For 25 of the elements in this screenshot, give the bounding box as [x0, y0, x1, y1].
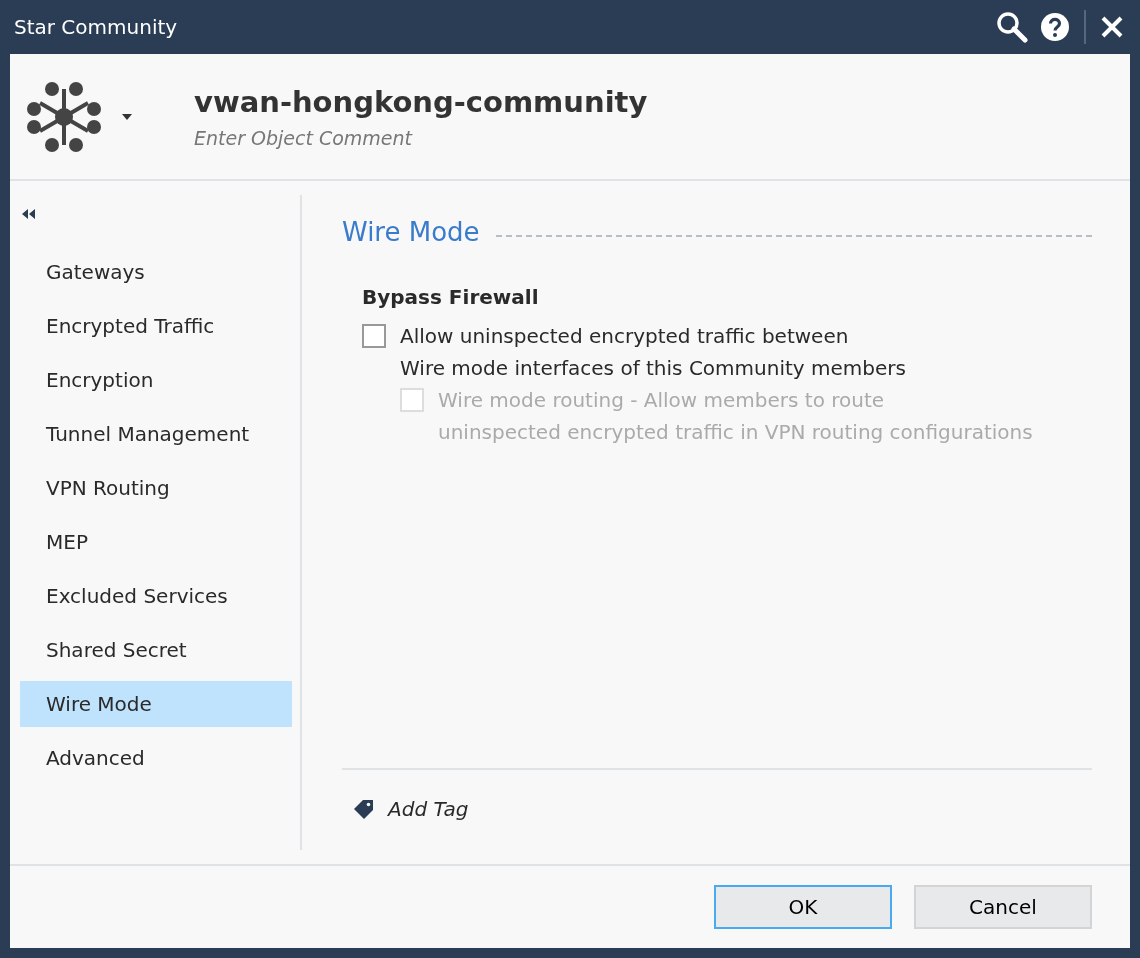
- collapse-icon[interactable]: [22, 209, 36, 219]
- sidebar-item[interactable]: VPN Routing: [20, 465, 292, 511]
- tag-icon: [354, 799, 374, 819]
- section-title: Wire Mode: [342, 216, 480, 249]
- ok-button[interactable]: OK: [714, 885, 892, 929]
- sidebar-item[interactable]: MEP: [20, 519, 292, 565]
- option-label: Wire mode routing - Allow members to route: [438, 387, 886, 414]
- sidebar-item[interactable]: Wire Mode: [20, 681, 292, 727]
- group-heading: Bypass Firewall: [362, 284, 540, 311]
- checkbox[interactable]: [362, 324, 386, 348]
- sidebar-item[interactable]: Advanced: [20, 735, 292, 781]
- window-title: Star Community: [13, 14, 178, 41]
- object-name: vwan-hongkong-community: [194, 83, 649, 121]
- sidebar-item[interactable]: Shared Secret: [20, 627, 292, 673]
- add-tag-link[interactable]: Add Tag: [388, 794, 469, 824]
- cancel-button[interactable]: Cancel: [914, 885, 1092, 929]
- option-label: uninspected encrypted traffic in VPN routing configurations: [438, 419, 1033, 446]
- sidebar-item[interactable]: Encrypted Traffic: [20, 303, 292, 349]
- comment-field[interactable]: Enter Object Comment: [194, 124, 694, 153]
- option-label: Allow uninspected encrypted traffic between: [400, 323, 850, 350]
- option-label: Wire mode interfaces of this Community members: [400, 355, 906, 382]
- sidebar-item[interactable]: Encryption: [20, 357, 292, 403]
- sidebar-item[interactable]: Tunnel Management: [20, 411, 292, 457]
- sidebar-item[interactable]: Gateways: [20, 249, 292, 295]
- sidebar-item[interactable]: Excluded Services: [20, 573, 292, 619]
